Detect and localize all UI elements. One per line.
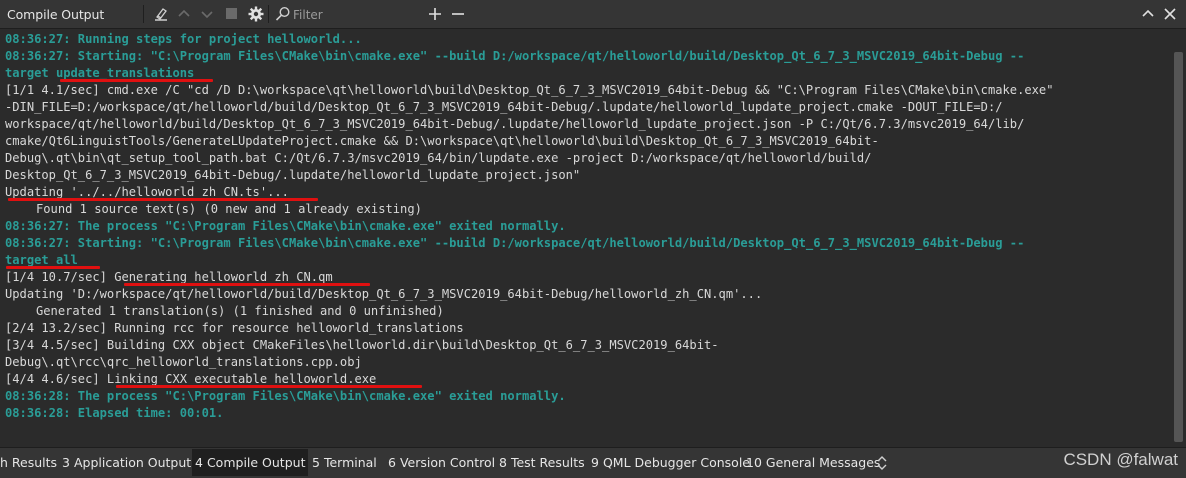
toolbar-separator — [268, 5, 269, 23]
tab-number: 5 — [312, 455, 320, 470]
watermark: CSDN @falwat — [1063, 450, 1178, 469]
tab-number: 8 — [499, 455, 507, 470]
filter-input[interactable] — [293, 5, 413, 24]
clear-icon[interactable] — [151, 4, 171, 24]
highlight-underline — [6, 266, 100, 269]
tab-version-control[interactable]: 6 Version Control — [388, 449, 495, 476]
output-line: 08:36:28: The process "C:\Program Files\… — [5, 389, 566, 403]
tab-number: 3 — [62, 455, 70, 470]
compile-output-text[interactable]: 08:36:27: Running steps for project hell… — [0, 29, 1172, 447]
minus-icon[interactable] — [448, 4, 468, 24]
output-line: [3/4 4.5/sec] Building CXX object CMakeF… — [5, 338, 719, 352]
output-line: [2/4 13.2/sec] Running rcc for resource … — [5, 321, 464, 335]
tab-label: QML Debugger Console — [602, 455, 750, 470]
output-line: 08:36:27: The process "C:\Program Files\… — [5, 219, 566, 233]
plus-icon[interactable] — [425, 4, 445, 24]
arrow-down-icon[interactable] — [197, 4, 217, 24]
output-line: 08:36:27: Starting: "C:\Program Files\CM… — [5, 49, 1025, 63]
tab-label: Version Control — [399, 455, 496, 470]
output-line: 08:36:27: Starting: "C:\Program Files\CM… — [5, 236, 1025, 250]
stop-icon[interactable] — [222, 4, 242, 24]
tab-label: Compile Output — [206, 455, 306, 470]
tab-qml-debugger-console[interactable]: 9 QML Debugger Console — [591, 449, 750, 476]
tab-label: Application Output — [73, 455, 192, 470]
tab-number: 6 — [388, 455, 396, 470]
tab-terminal[interactable]: 5 Terminal — [312, 449, 377, 476]
tab-compile-output[interactable]: 4 Compile Output — [192, 449, 309, 476]
pane-title: Compile Output — [7, 7, 105, 22]
output-line: Found 1 source text(s) (0 new and 1 alre… — [36, 202, 422, 216]
tab-label: General Messages — [765, 455, 881, 470]
output-line: Debug\.qt\rcc\qrc_helloworld_translation… — [5, 355, 362, 369]
tab-general-messages[interactable]: 10 General Messages — [746, 449, 880, 476]
tab-label: h Results — [0, 455, 58, 470]
output-line: [1/1 4.1/sec] cmd.exe /C "cd /D D:\works… — [5, 83, 1054, 97]
output-line: Debug\.qt\bin\qt_setup_tool_path.bat C:/… — [5, 151, 872, 165]
highlight-underline — [8, 198, 318, 201]
tab-number: 4 — [195, 455, 203, 470]
tab-number: 10 — [746, 455, 762, 470]
tab-label: Terminal — [323, 455, 377, 470]
highlight-underline — [60, 79, 213, 82]
output-line: 08:36:27: Running steps for project hell… — [5, 32, 362, 46]
output-toolbar: Compile Output — [0, 0, 1186, 29]
highlight-underline — [124, 283, 370, 286]
output-line: 08:36:28: Elapsed time: 00:01. — [5, 406, 224, 420]
output-line: -DIN_FILE=D:/workspace/qt/helloworld/bui… — [5, 100, 1003, 114]
output-line: Generated 1 translation(s) (1 finished a… — [36, 304, 444, 318]
chevron-up-icon[interactable] — [1138, 4, 1158, 24]
toolbar-separator — [143, 5, 144, 23]
tab-label: Test Results — [510, 455, 585, 470]
output-line: cmake/Qt6LinguistTools/GenerateLUpdatePr… — [5, 134, 879, 148]
highlight-underline — [116, 385, 422, 388]
output-line: workspace/qt/helloworld/build/Desktop_Qt… — [5, 117, 1025, 131]
search-icon — [273, 4, 293, 24]
gear-icon[interactable] — [246, 4, 266, 24]
arrow-up-icon[interactable] — [174, 4, 194, 24]
tab-number: 9 — [591, 455, 599, 470]
tab-search-results[interactable]: h Results — [0, 449, 57, 476]
scrollbar-thumb[interactable] — [1174, 52, 1183, 442]
more-tabs-icon[interactable] — [872, 453, 892, 473]
close-icon[interactable] — [1160, 4, 1180, 24]
tab-application-output[interactable]: 3 Application Output — [62, 449, 191, 476]
output-line: Updating 'D:/workspace/qt/helloworld/bui… — [5, 287, 763, 301]
output-line: Desktop_Qt_6_7_3_MSVC2019_64bit-Debug/.l… — [5, 168, 581, 182]
tab-test-results[interactable]: 8 Test Results — [499, 449, 585, 476]
